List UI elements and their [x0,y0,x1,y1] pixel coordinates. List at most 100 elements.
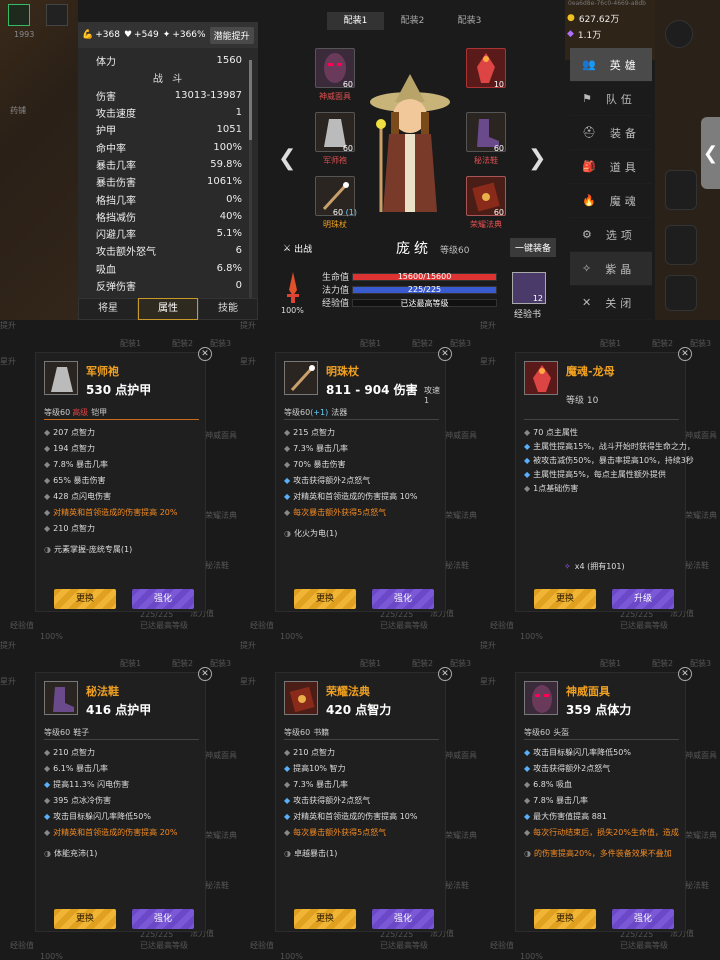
map-shortcut-icon[interactable] [665,170,697,210]
xp-book-label: 经验书 [514,310,542,320]
stat-line: ◆ 210 点智力 [44,523,95,534]
item-title: 神威面具 [566,685,610,698]
stat-label: 格挡减伤 [96,212,136,224]
stat-row: 体力 1560 [96,55,242,69]
set-bonus[interactable]: ◑ 体能充沛(1) [44,848,97,859]
stat-text: 攻击目标躲闪几率降低50% [53,812,151,821]
side-menu-item[interactable]: ⛑ 装备 [570,116,652,150]
tab-attributes[interactable]: 属性 [138,298,198,320]
bullet-icon: ◆ [44,780,51,789]
enhance-button[interactable]: 强化 [612,909,674,929]
side-menu-item[interactable]: 👥 英雄 [570,48,652,82]
ghost-text: 配装2 [172,339,194,348]
bullet-icon: ◆ [284,460,291,469]
close-icon[interactable]: ✕ [438,667,452,681]
stat-row: 伤害 13013-13987 [84,87,254,104]
replace-button[interactable]: 更换 [294,909,356,929]
upgrade-button[interactable]: 升级 [612,589,674,609]
map-skill-icon[interactable] [8,4,30,26]
stat-line: ◆ 攻击获得额外2点怒气 [284,795,370,806]
stat-label: 攻击额外怒气 [96,247,156,259]
map-label: 1993 [14,30,35,39]
stat-text: 每次暴击额外获得5点怒气 [293,508,387,517]
weapon-level: 60 (1) [332,208,357,217]
equip-all-button[interactable]: 一键装备 [510,238,557,257]
next-hero-arrow[interactable]: ❯ [528,146,546,171]
mp-row: 法力值 225/225 [322,283,497,296]
replace-button[interactable]: 更换 [534,909,596,929]
tab-loadout-3[interactable]: 配装3 [441,12,498,30]
xp-bar: 已达最高等级 [352,298,497,308]
map-skill-icon[interactable] [46,4,68,26]
tab-loadout-2[interactable]: 配装2 [384,12,441,30]
bullet-icon: ◆ [44,492,51,501]
replace-button[interactable]: 更换 [54,909,116,929]
close-icon[interactable]: ✕ [678,667,692,681]
ghost-text: 100% [40,952,63,960]
side-menu-item[interactable]: ✧ 紫晶 [570,252,652,286]
ghost-text: 神威面具 [685,751,717,760]
close-icon[interactable]: ✕ [438,347,452,361]
item-level: 等级60 高级 铠甲 [44,407,107,418]
set-bonus[interactable]: ◑ 元素掌握-庞统专属(1) [44,544,132,555]
side-menu-item[interactable]: ⚑ 队伍 [570,82,652,116]
ghost-text: 星升 [240,677,256,686]
resources: ● 627.62万 ◆ 1.1万 [567,10,657,42]
scrollbar-thumb[interactable] [249,60,252,140]
side-menu-label: 装备 [609,126,640,140]
ghost-text: 配装3 [450,659,472,668]
stat-line: ◆ 7.8% 暴击几率 [524,795,588,806]
ghost-text: 星升 [480,677,496,686]
strength-buff: 💪 +368 [82,30,120,40]
close-icon[interactable]: ✕ [198,347,212,361]
set-bonus[interactable]: ◑ 的伤害提高20%，多件装备效果不叠加 [524,848,672,859]
bullet-icon: ◆ [284,748,291,757]
stat-list[interactable]: 体力 1560 战 斗 伤害 13013-13987 攻击速度 1 护甲 1051 命中率 10… [84,52,254,294]
battle-toggle[interactable]: ⚔ 出战 [283,242,312,256]
potential-button[interactable]: 潜能提升 [209,26,254,44]
replace-button[interactable]: 更换 [294,589,356,609]
tab-skills[interactable]: 技能 [198,298,258,320]
side-menu-item[interactable]: ✕ 关闭 [570,286,652,320]
ghost-text: 配装3 [690,339,712,348]
map-shortcut-icon[interactable] [665,275,697,311]
enhance-button[interactable]: 强化 [372,589,434,609]
ghost-text: 100% [280,632,303,640]
book-level: 60 [493,208,504,217]
map-shortcut-icon[interactable] [665,225,697,265]
stat-line: ◆ 7.3% 暴击几率 [284,779,348,790]
stat-text: 7.3% 暴击几率 [293,444,349,453]
stat-text: 体能充沛(1) [53,849,98,858]
tab-stars[interactable]: 将星 [78,298,138,320]
enhance-button[interactable]: 强化 [372,909,434,929]
stat-line: ◆ 210 点智力 [284,747,335,758]
replace-button[interactable]: 更换 [54,589,116,609]
set-bonus[interactable]: ◑ 化火为电(1) [284,528,337,539]
map-shortcut-icon[interactable] [665,20,693,48]
stat-label: 闪避几率 [96,230,136,242]
scrollbar[interactable] [249,60,252,300]
stat-line: ◆ 215 点智力 [284,427,335,438]
ghost-text: 荣耀法典 [685,511,717,520]
stat-line: ◆ 攻击目标躲闪几率降低50% [44,811,151,822]
replace-button[interactable]: 更换 [534,589,596,609]
prev-hero-arrow[interactable]: ❮ [278,146,296,171]
close-icon[interactable]: ✕ [678,347,692,361]
close-icon[interactable]: ✕ [198,667,212,681]
enhance-button[interactable]: 强化 [132,589,194,609]
xp-book-icon[interactable]: 12 [512,272,546,304]
stat-line: ◆ 对精英和首领造成的伤害提高 10% [284,491,417,502]
ghost-text: 提升 [480,641,496,650]
stat-text: 攻击目标躲闪几率降低50% [533,748,631,757]
side-handle[interactable]: ❮ [701,117,720,189]
stat-label: 护甲 [96,126,116,138]
tab-loadout-1[interactable]: 配装1 [327,12,384,30]
side-menu-item[interactable]: 🎒 道具 [570,150,652,184]
hero-character[interactable] [365,72,455,222]
side-menu-item[interactable]: ⚙ 选项 [570,218,652,252]
set-bonus[interactable]: ◑ 卓越暴击(1) [284,848,337,859]
side-menu-item[interactable]: 🔥 魔魂 [570,184,652,218]
enhance-button[interactable]: 强化 [132,909,194,929]
popup-divider [524,739,679,740]
bullet-icon: ◆ [284,428,291,437]
